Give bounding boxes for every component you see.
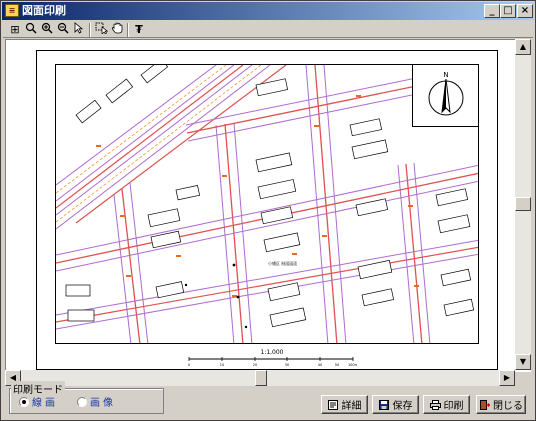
- app-icon: ≡: [5, 4, 19, 17]
- close-button[interactable]: 閉じる: [476, 395, 526, 414]
- detail-icon: [327, 399, 339, 410]
- floppy-disk-icon: [379, 399, 390, 410]
- scale-tick: 40: [318, 363, 322, 367]
- radio-line-drawing-label: 線画: [32, 398, 58, 409]
- radio-image-label: 画像: [90, 398, 116, 409]
- scroll-right-button[interactable]: ▶: [499, 370, 515, 386]
- select-area-icon[interactable]: [93, 22, 109, 38]
- save-button[interactable]: 保存: [372, 395, 419, 414]
- vertical-scrollbar[interactable]: ▲ ▼: [515, 39, 531, 370]
- save-button-label: 保存: [392, 401, 413, 412]
- preview-paper: 小幡区 制図図面 N 1:1,000 0 10 20 30 40 50 100: [36, 50, 498, 370]
- north-arrow-box: N: [412, 65, 478, 127]
- radio-line-drawing[interactable]: 線画: [19, 394, 58, 409]
- zoom-in-icon[interactable]: [39, 22, 55, 38]
- print-preview-area[interactable]: 小幡区 制図図面 N 1:1,000 0 10 20 30 40 50 100: [5, 39, 531, 372]
- close-button-label: 閉じる: [493, 401, 523, 412]
- scale-tick: 0: [188, 363, 190, 367]
- radio-line-drawing-dot[interactable]: [19, 396, 29, 407]
- north-label: N: [443, 71, 448, 79]
- pointer-icon[interactable]: [71, 22, 87, 38]
- scale-title: 1:1,000: [260, 349, 283, 356]
- exit-door-icon: [479, 399, 490, 410]
- detail-button-label: 詳細: [341, 401, 362, 412]
- zoom-icon[interactable]: [23, 22, 39, 38]
- scale-tick: 30: [285, 363, 289, 367]
- maximize-button[interactable]: □: [500, 4, 516, 18]
- scale-tick: 10: [220, 363, 224, 367]
- hand-pan-icon[interactable]: [109, 22, 125, 38]
- horizontal-scroll-thumb[interactable]: [255, 370, 267, 386]
- scale-tick: 50: [335, 363, 339, 367]
- zoom-fit-icon[interactable]: ⊞: [7, 22, 23, 38]
- north-arrow-icon: N: [428, 71, 464, 116]
- title-bar[interactable]: ≡ 図面印刷 _ □ ×: [2, 2, 534, 20]
- printer-icon: [429, 399, 441, 410]
- radio-image[interactable]: 画像: [77, 394, 116, 409]
- filter-icon[interactable]: ₮: [131, 22, 147, 38]
- scroll-down-button[interactable]: ▼: [515, 354, 531, 370]
- close-window-button[interactable]: ×: [517, 4, 533, 18]
- scale-tick: 100m: [348, 363, 357, 367]
- toolbar: ⊞ ₮: [3, 22, 533, 38]
- scale-bar: 1:1,000 0 10 20 30 40 50 100m: [187, 348, 359, 368]
- horizontal-scrollbar[interactable]: ◀ ▶: [5, 370, 515, 386]
- zoom-out-icon[interactable]: [55, 22, 71, 38]
- toolbar-separator: [89, 23, 91, 37]
- scroll-up-button[interactable]: ▲: [515, 39, 531, 55]
- print-button[interactable]: 印刷: [423, 395, 470, 414]
- print-button-label: 印刷: [443, 401, 464, 412]
- map-drawing[interactable]: 小幡区 制図図面 N: [55, 64, 479, 344]
- map-center-label: 小幡区 制図図面: [268, 260, 297, 266]
- radio-image-dot[interactable]: [77, 396, 87, 407]
- vertical-scroll-thumb[interactable]: [515, 197, 531, 211]
- toolbar-separator: [127, 23, 129, 37]
- minimize-button[interactable]: _: [484, 4, 500, 18]
- detail-button[interactable]: 詳細: [321, 395, 368, 414]
- scale-tick: 20: [253, 363, 257, 367]
- print-dialog-window: ≡ 図面印刷 _ □ × ⊞ ₮ 小幡区 制図図面 N 1:1,000 0 10…: [0, 0, 536, 421]
- window-title: 図面印刷: [22, 4, 66, 17]
